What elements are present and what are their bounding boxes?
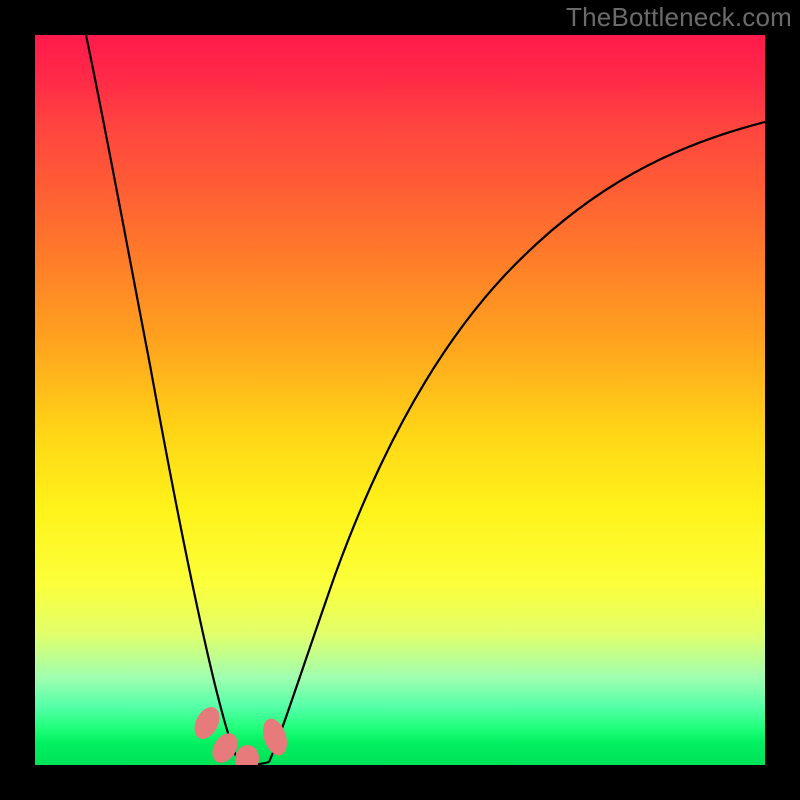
curve-left-branch — [86, 35, 240, 764]
marker-blob — [189, 703, 224, 743]
marker-group — [189, 703, 291, 765]
marker-blob — [259, 716, 292, 759]
chart-svg — [35, 35, 765, 765]
watermark-text: TheBottleneck.com — [566, 2, 792, 33]
plot-area — [35, 35, 765, 765]
chart-frame: TheBottleneck.com — [0, 0, 800, 800]
curve-right-branch — [269, 122, 765, 762]
